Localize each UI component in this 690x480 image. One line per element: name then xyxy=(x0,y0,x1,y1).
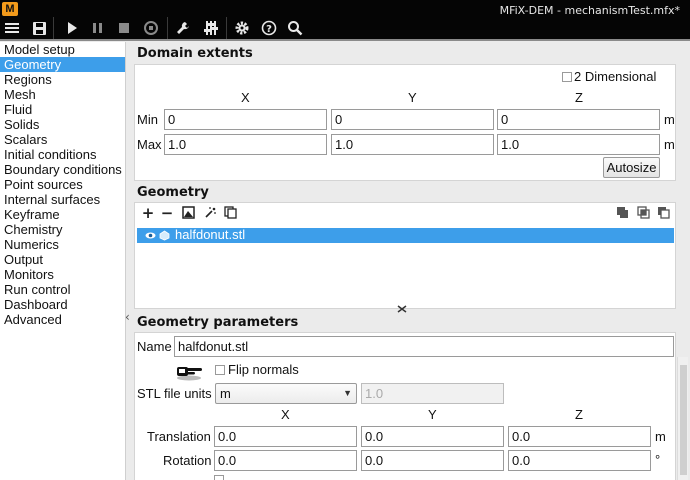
sidebar-item-output[interactable]: Output xyxy=(0,252,125,267)
param-column-header-z: Z xyxy=(575,407,583,422)
translation-x-input[interactable]: 0.0 xyxy=(214,426,357,447)
wrench-icon[interactable] xyxy=(173,18,193,38)
remove-icon[interactable]: − xyxy=(160,206,174,221)
pause-icon[interactable] xyxy=(88,18,108,38)
domain-extents-title: Domain extents xyxy=(137,46,253,61)
copy-icon[interactable] xyxy=(223,206,237,220)
geometry-list-item[interactable]: halfdonut.stl xyxy=(137,227,674,245)
min-z-input[interactable]: 0 xyxy=(497,109,660,130)
min-y-input[interactable]: 0 xyxy=(331,109,494,130)
sidebar-item-advanced[interactable]: Advanced xyxy=(0,312,125,327)
add-icon[interactable]: + xyxy=(141,206,155,221)
max-z-input[interactable]: 1.0 xyxy=(497,134,660,155)
sidebar-item-chemistry[interactable]: Chemistry xyxy=(0,222,125,237)
sliders-icon[interactable] xyxy=(201,18,221,38)
toolbar-separator xyxy=(53,17,54,39)
search-icon[interactable] xyxy=(285,18,305,38)
sidebar-item-point-sources[interactable]: Point sources xyxy=(0,177,125,192)
flip-normals-label: Flip normals xyxy=(228,362,299,377)
union-icon[interactable] xyxy=(615,206,629,220)
toolbar-separator xyxy=(226,17,227,39)
min-x-input[interactable]: 0 xyxy=(164,109,327,130)
param-column-header-y: Y xyxy=(428,407,437,422)
sidebar-item-regions[interactable]: Regions xyxy=(0,72,125,87)
stl-units-select[interactable]: m ▼ xyxy=(215,383,357,404)
splitter-handle-icon[interactable] xyxy=(396,305,408,316)
geometry-parameters-title: Geometry parameters xyxy=(137,315,299,330)
column-header-x: X xyxy=(241,90,250,105)
max-unit-label: m xyxy=(664,137,675,152)
sidebar-item-fluid[interactable]: Fluid xyxy=(0,102,125,117)
sidebar-item-mesh[interactable]: Mesh xyxy=(0,87,125,102)
toolbar-bottom-stripe xyxy=(0,39,690,41)
pointing-hand-icon xyxy=(175,363,205,381)
name-input[interactable]: halfdonut.stl xyxy=(174,336,674,357)
max-x-input[interactable]: 1.0 xyxy=(164,134,327,155)
save-icon[interactable] xyxy=(29,18,49,38)
menu-icon[interactable] xyxy=(2,18,22,38)
sidebar-item-initial-conditions[interactable]: Initial conditions xyxy=(0,147,125,162)
sidebar-item-monitors[interactable]: Monitors xyxy=(0,267,125,282)
translation-y-input[interactable]: 0.0 xyxy=(361,426,504,447)
rotation-y-input[interactable]: 0.0 xyxy=(361,450,504,471)
app-logo: M xyxy=(2,2,18,16)
name-label: Name xyxy=(137,339,172,354)
sidebar-item-scalars[interactable]: Scalars xyxy=(0,132,125,147)
sidebar-item-keyframe[interactable]: Keyframe xyxy=(0,207,125,222)
difference-icon[interactable] xyxy=(656,206,670,220)
sidebar-item-boundary-conditions[interactable]: Boundary conditions xyxy=(0,162,125,177)
min-label: Min xyxy=(137,112,158,127)
min-unit-label: m xyxy=(664,112,675,127)
main-toolbar: M MFiX-DEM - mechanismTest.mfx* ? xyxy=(0,0,690,41)
parameters-scrollbar[interactable] xyxy=(677,357,688,480)
rotation-x-input[interactable]: 0.0 xyxy=(214,450,357,471)
rotation-label: Rotation xyxy=(163,453,212,468)
toolbar-separator xyxy=(167,17,168,39)
window-title: MFiX-DEM - mechanismTest.mfx* xyxy=(499,4,680,17)
image-icon[interactable] xyxy=(181,206,195,220)
stl-file-units-label: STL file units xyxy=(137,386,212,401)
scrollbar-thumb[interactable] xyxy=(680,365,687,475)
sidebar-collapse-arrow-icon[interactable]: ‹ xyxy=(125,310,130,324)
wand-icon[interactable] xyxy=(203,206,217,220)
max-y-input[interactable]: 1.0 xyxy=(331,134,494,155)
sidebar-item-geometry[interactable]: Geometry xyxy=(0,57,125,72)
sidebar-item-internal-surfaces[interactable]: Internal surfaces xyxy=(0,192,125,207)
column-header-z: Z xyxy=(575,90,583,105)
max-label: Max xyxy=(137,137,162,152)
param-column-header-x: X xyxy=(281,407,290,422)
two-dimensional-label: 2 Dimensional xyxy=(574,69,657,84)
geometry-item-name: halfdonut.stl xyxy=(175,227,246,242)
sidebar-item-run-control[interactable]: Run control xyxy=(0,282,125,297)
rotation-z-input[interactable]: 0.0 xyxy=(508,450,651,471)
sidebar-item-solids[interactable]: Solids xyxy=(0,117,125,132)
stl-units-scale-input: 1.0 xyxy=(361,383,504,404)
run-icon[interactable] xyxy=(62,18,82,38)
stl-file-icon xyxy=(159,230,170,245)
stop-icon[interactable] xyxy=(114,18,134,38)
sidebar-item-model-setup[interactable]: Model setup xyxy=(0,42,125,57)
sidebar-item-numerics[interactable]: Numerics xyxy=(0,237,125,252)
chevron-down-icon: ▼ xyxy=(343,388,352,398)
column-header-y: Y xyxy=(408,90,417,105)
translation-label: Translation xyxy=(147,429,211,444)
rotation-unit-label: ° xyxy=(655,452,661,467)
svg-text:?: ? xyxy=(266,24,272,35)
reset-icon[interactable] xyxy=(141,18,161,38)
geometry-title: Geometry xyxy=(137,185,209,200)
sidebar-item-dashboard[interactable]: Dashboard xyxy=(0,297,125,312)
eye-icon[interactable] xyxy=(145,230,156,245)
two-dimensional-checkbox[interactable] xyxy=(562,72,572,82)
intersect-icon[interactable] xyxy=(636,206,650,220)
sidebar-navigation: Model setup Geometry Regions Mesh Fluid … xyxy=(0,42,126,480)
flip-normals-checkbox[interactable] xyxy=(215,365,225,375)
autosize-button[interactable]: Autosize xyxy=(603,157,660,178)
translation-unit-label: m xyxy=(655,429,666,444)
stl-units-value: m xyxy=(220,386,231,401)
gear-icon[interactable] xyxy=(232,18,252,38)
partial-checkbox[interactable] xyxy=(214,475,224,480)
translation-z-input[interactable]: 0.0 xyxy=(508,426,651,447)
help-icon[interactable]: ? xyxy=(259,18,279,38)
